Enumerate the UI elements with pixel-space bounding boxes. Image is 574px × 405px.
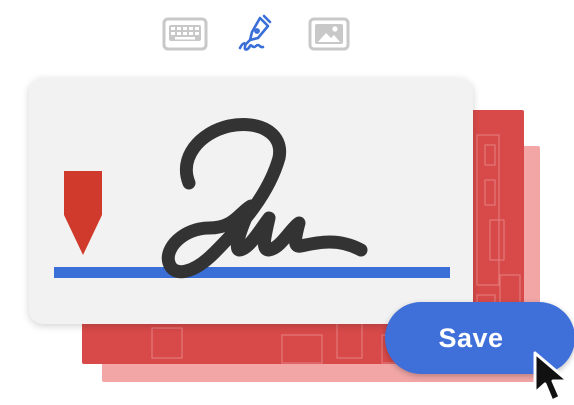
type-mode-button[interactable] <box>162 14 208 54</box>
keyboard-icon <box>162 17 208 51</box>
image-icon <box>308 17 350 51</box>
draw-mode-button[interactable] <box>234 14 280 54</box>
pen-icon <box>238 14 272 51</box>
signature-mode-toolbar <box>0 0 574 70</box>
signature-pad[interactable] <box>29 78 473 324</box>
image-mode-button[interactable] <box>306 14 352 54</box>
signature-canvas-stage: Save <box>0 0 574 405</box>
drawn-signature <box>161 118 368 279</box>
save-button[interactable]: Save <box>385 302 574 374</box>
